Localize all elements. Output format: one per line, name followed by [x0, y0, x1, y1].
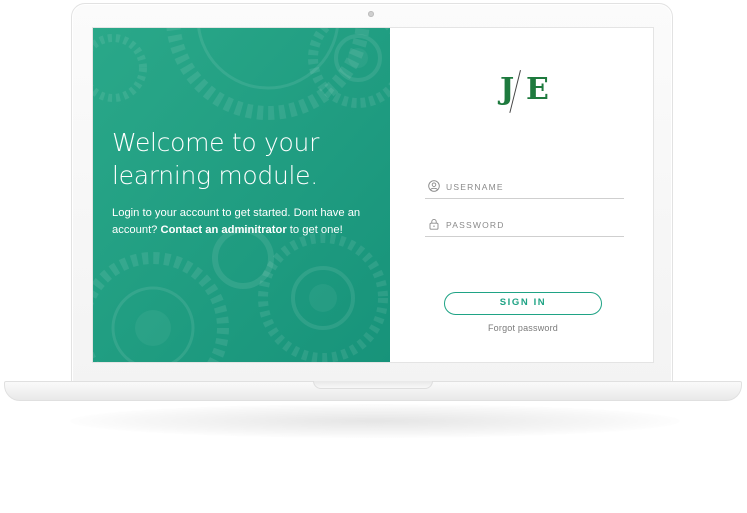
welcome-description-outro: to get one! — [286, 224, 343, 236]
username-input[interactable] — [446, 177, 621, 197]
camera-dot — [368, 11, 374, 17]
password-input[interactable] — [446, 215, 621, 235]
brand-logo: J E — [498, 70, 552, 113]
forgot-password-link[interactable]: Forgot password — [444, 323, 602, 333]
login-form-panel: J E SIGN IN Forgot password — [390, 28, 653, 362]
laptop-screen: Welcome to your learning module. Login t… — [92, 27, 654, 363]
user-icon — [428, 180, 440, 192]
welcome-heading-line-2: learning module. — [112, 161, 318, 190]
laptop-shadow — [70, 404, 680, 438]
logo-letter-e: E — [526, 72, 549, 107]
sign-in-button[interactable]: SIGN IN — [444, 292, 602, 315]
welcome-heading-line-1: Welcome to your — [112, 128, 320, 157]
welcome-heading: Welcome to your learning module. — [112, 126, 382, 192]
welcome-description: Login to your account to get started. Do… — [112, 205, 387, 239]
welcome-panel: Welcome to your learning module. Login t… — [93, 28, 390, 362]
username-field[interactable] — [425, 177, 624, 199]
contact-administrator-link[interactable]: Contact an adminitrator — [161, 224, 287, 236]
gears-background-image — [93, 28, 390, 362]
laptop-base-notch — [313, 381, 433, 389]
lock-icon — [429, 218, 439, 230]
password-field[interactable] — [425, 215, 624, 237]
